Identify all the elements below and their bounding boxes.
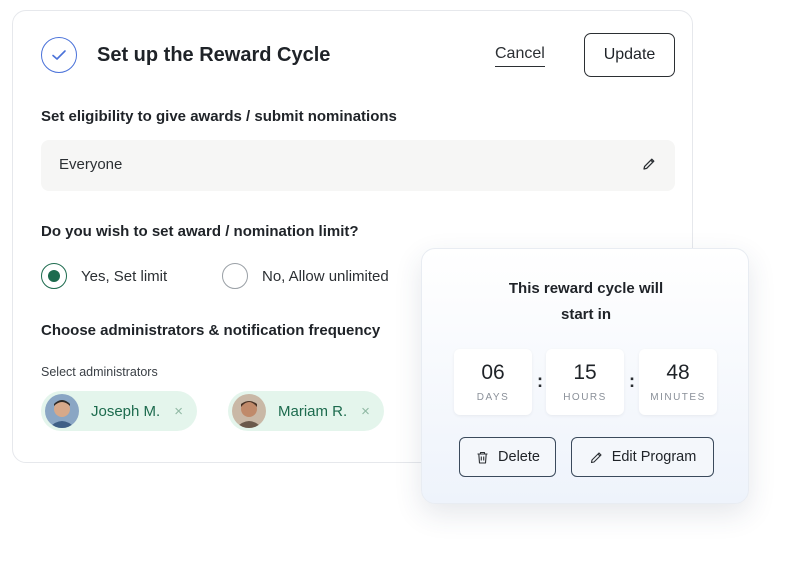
radio-button-selected[interactable] <box>41 263 67 289</box>
eligibility-field[interactable]: Everyone <box>41 140 675 191</box>
hours-label: HOURS <box>563 392 607 403</box>
remove-chip-icon[interactable]: × <box>174 403 183 420</box>
minutes-label: MINUTES <box>650 392 706 403</box>
minutes-value: 48 <box>666 361 690 384</box>
trash-icon <box>477 451 488 464</box>
time-separator: : <box>537 371 543 391</box>
delete-button[interactable]: Delete <box>459 437 556 477</box>
days-value: 06 <box>481 361 505 384</box>
countdown-title-line: start in <box>560 306 611 323</box>
avatar <box>232 394 266 428</box>
radio-button[interactable] <box>222 263 248 289</box>
admins-heading: Choose administrators & notification fre… <box>41 322 381 339</box>
remove-chip-icon[interactable]: × <box>361 403 370 420</box>
countdown-popup: This reward cycle will start in 06 DAYS … <box>421 248 749 504</box>
admin-chip: Joseph M. × <box>41 391 197 431</box>
days-box: 06 DAYS <box>454 349 532 415</box>
cancel-button[interactable]: Cancel <box>495 45 545 67</box>
edit-program-button[interactable]: Edit Program <box>571 437 714 477</box>
radio-no-allow-unlimited[interactable]: No, Allow unlimited <box>222 262 389 290</box>
days-label: DAYS <box>476 392 510 403</box>
countdown-title-line: This reward cycle will <box>508 280 664 297</box>
page-title: Set up the Reward Cycle <box>97 44 331 66</box>
delete-label: Delete <box>498 449 540 465</box>
time-separator: : <box>629 371 635 391</box>
hours-box: 15 HOURS <box>546 349 624 415</box>
chip-name: Joseph M. <box>91 402 161 420</box>
hours-value: 15 <box>573 361 597 384</box>
avatar <box>45 394 79 428</box>
edit-pencil-icon[interactable] <box>641 156 657 177</box>
pencil-icon <box>590 451 602 463</box>
check-circle-icon <box>41 37 77 73</box>
update-button[interactable]: Update <box>584 33 675 77</box>
radio-label: Yes, Set limit <box>81 267 168 285</box>
radio-label: No, Allow unlimited <box>262 267 389 285</box>
admin-chip: Mariam R. × <box>228 391 384 431</box>
edit-program-label: Edit Program <box>611 449 697 465</box>
chip-name: Mariam R. <box>278 402 348 420</box>
limit-question: Do you wish to set award / nomination li… <box>41 223 359 240</box>
countdown-title: This reward cycle will start in <box>422 276 750 328</box>
minutes-box: 48 MINUTES <box>639 349 717 415</box>
eligibility-label: Set eligibility to give awards / submit … <box>41 108 397 125</box>
radio-yes-set-limit[interactable]: Yes, Set limit <box>41 262 167 290</box>
eligibility-value: Everyone <box>59 156 123 173</box>
select-admins-label: Select administrators <box>41 365 158 379</box>
